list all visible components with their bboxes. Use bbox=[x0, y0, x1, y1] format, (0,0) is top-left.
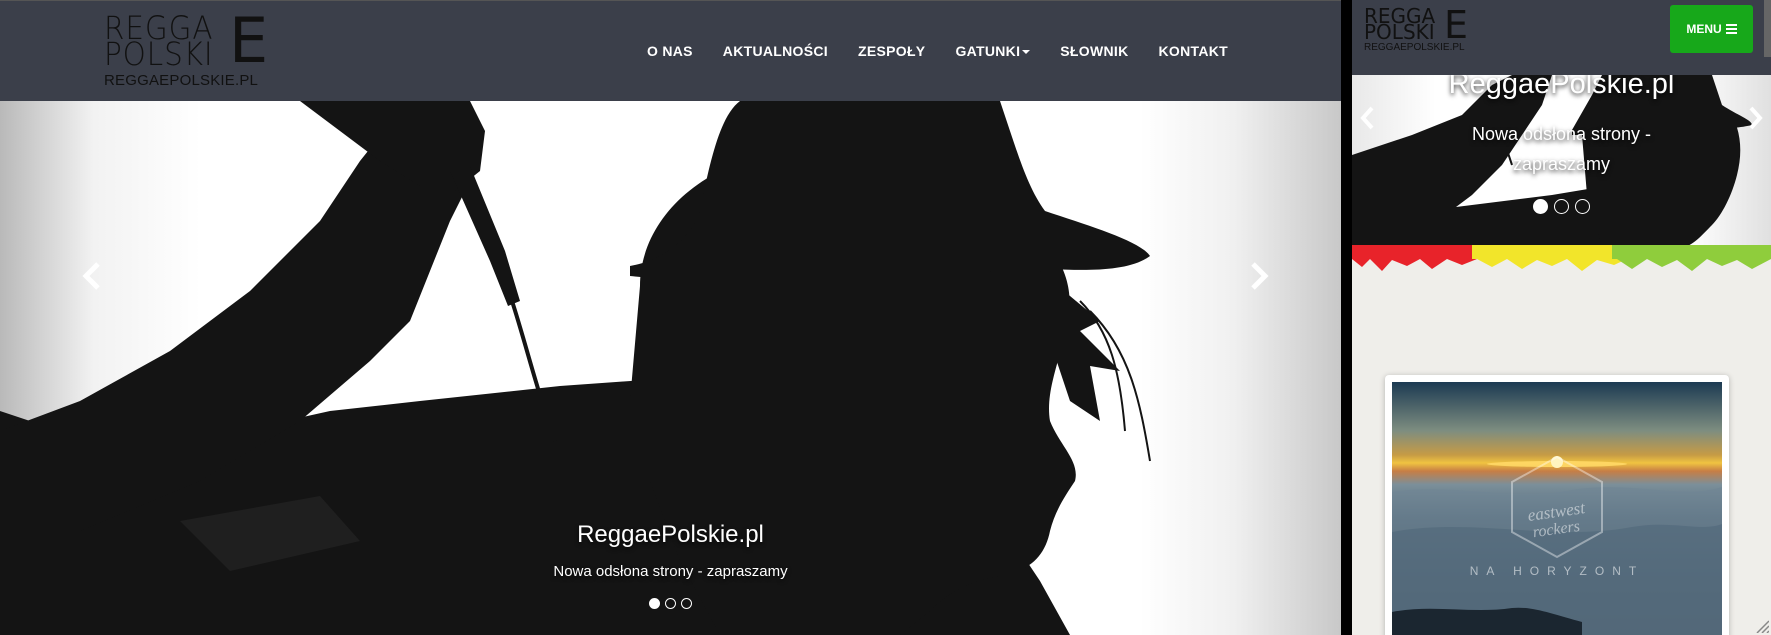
menu-button[interactable]: MENU bbox=[1670, 5, 1753, 53]
mobile-carousel-subtitle: Nowa odsłona strony - zapraszamy bbox=[1352, 119, 1771, 179]
carousel-dot-1[interactable] bbox=[649, 598, 660, 609]
desktop-view: REGGA POLSKI E REGGAEPOLSKIE.PL O NAS AK… bbox=[0, 0, 1341, 635]
mobile-carousel-title: ReggaePolskie.pl bbox=[1448, 75, 1675, 100]
mobile-carousel-dot-1[interactable] bbox=[1533, 199, 1548, 214]
mobile-carousel-dot-3[interactable] bbox=[1575, 199, 1590, 214]
view-divider bbox=[1341, 0, 1352, 635]
mobile-site-logo[interactable]: REGGA POLSKI E REGGAEPOLSKIE.PL bbox=[1364, 6, 1468, 58]
mobile-hero-carousel: ReggaePolskie.pl Nowa odsłona strony - z… bbox=[1352, 75, 1771, 247]
scrollbar[interactable] bbox=[1764, 0, 1771, 57]
top-navbar: REGGA POLSKI E REGGAEPOLSKIE.PL O NAS AK… bbox=[0, 0, 1341, 101]
album-card[interactable]: eastwest rockers NA HORYZONT bbox=[1385, 375, 1729, 635]
carousel-next-icon[interactable] bbox=[1243, 261, 1273, 291]
caret-down-icon bbox=[1022, 50, 1031, 55]
carousel-title: ReggaePolskie.pl bbox=[577, 521, 764, 548]
carousel-prev-icon[interactable] bbox=[78, 261, 108, 291]
album-cover-art: eastwest rockers bbox=[1392, 455, 1722, 635]
album-cover-image[interactable]: eastwest rockers NA HORYZONT bbox=[1392, 382, 1722, 635]
logo-big-letter: E bbox=[229, 4, 269, 77]
logo-domain: REGGAEPOLSKIE.PL bbox=[104, 72, 259, 89]
hero-carousel: ReggaePolskie.pl Nowa odsłona strony - z… bbox=[0, 101, 1341, 635]
nav-item-kontakt[interactable]: KONTAKT bbox=[1144, 43, 1244, 59]
nav-item-gatunki-label: GATUNKI bbox=[955, 43, 1021, 59]
nav-item-gatunki[interactable]: GATUNKI bbox=[940, 43, 1045, 59]
silhouette-image bbox=[0, 101, 1151, 635]
carousel-subtitle: Nowa odsłona strony - zapraszamy bbox=[553, 563, 788, 580]
resize-grip-icon[interactable] bbox=[1755, 619, 1769, 633]
hamburger-icon bbox=[1725, 22, 1737, 36]
carousel-dot-3[interactable] bbox=[681, 598, 692, 609]
mobile-carousel-subtitle-line-2: zapraszamy bbox=[1512, 154, 1611, 174]
mobile-navbar: REGGA POLSKI E REGGAEPOLSKIE.PL MENU bbox=[1352, 0, 1771, 75]
mobile-carousel-subtitle-line-1: Nowa odsłona strony - bbox=[1471, 124, 1652, 144]
mobile-carousel-dot-2[interactable] bbox=[1554, 199, 1569, 214]
mobile-logo-domain: REGGAEPOLSKIE.PL bbox=[1364, 42, 1465, 53]
site-logo[interactable]: REGGA POLSKI E REGGAEPOLSKIE.PL bbox=[104, 10, 268, 91]
carousel-indicators bbox=[0, 598, 1341, 609]
rasta-paint-stripe bbox=[1352, 245, 1771, 271]
nav-item-o-nas[interactable]: O NAS bbox=[632, 43, 708, 59]
album-cover-title: NA HORYZONT bbox=[1469, 564, 1645, 578]
mobile-view: REGGA POLSKI E REGGAEPOLSKIE.PL MENU Reg… bbox=[1352, 0, 1771, 635]
mobile-carousel-indicators bbox=[1352, 199, 1771, 214]
nav-item-slownik[interactable]: SŁOWNIK bbox=[1045, 43, 1143, 59]
nav-item-aktualnosci[interactable]: AKTUALNOŚCI bbox=[708, 43, 843, 59]
nav-item-zespoly[interactable]: ZESPOŁY bbox=[843, 43, 940, 59]
menu-button-label: MENU bbox=[1686, 22, 1722, 36]
main-nav: O NAS AKTUALNOŚCI ZESPOŁY GATUNKI SŁOWNI… bbox=[632, 43, 1243, 59]
carousel-dot-2[interactable] bbox=[665, 598, 676, 609]
mobile-logo-big-letter: E bbox=[1444, 3, 1469, 47]
